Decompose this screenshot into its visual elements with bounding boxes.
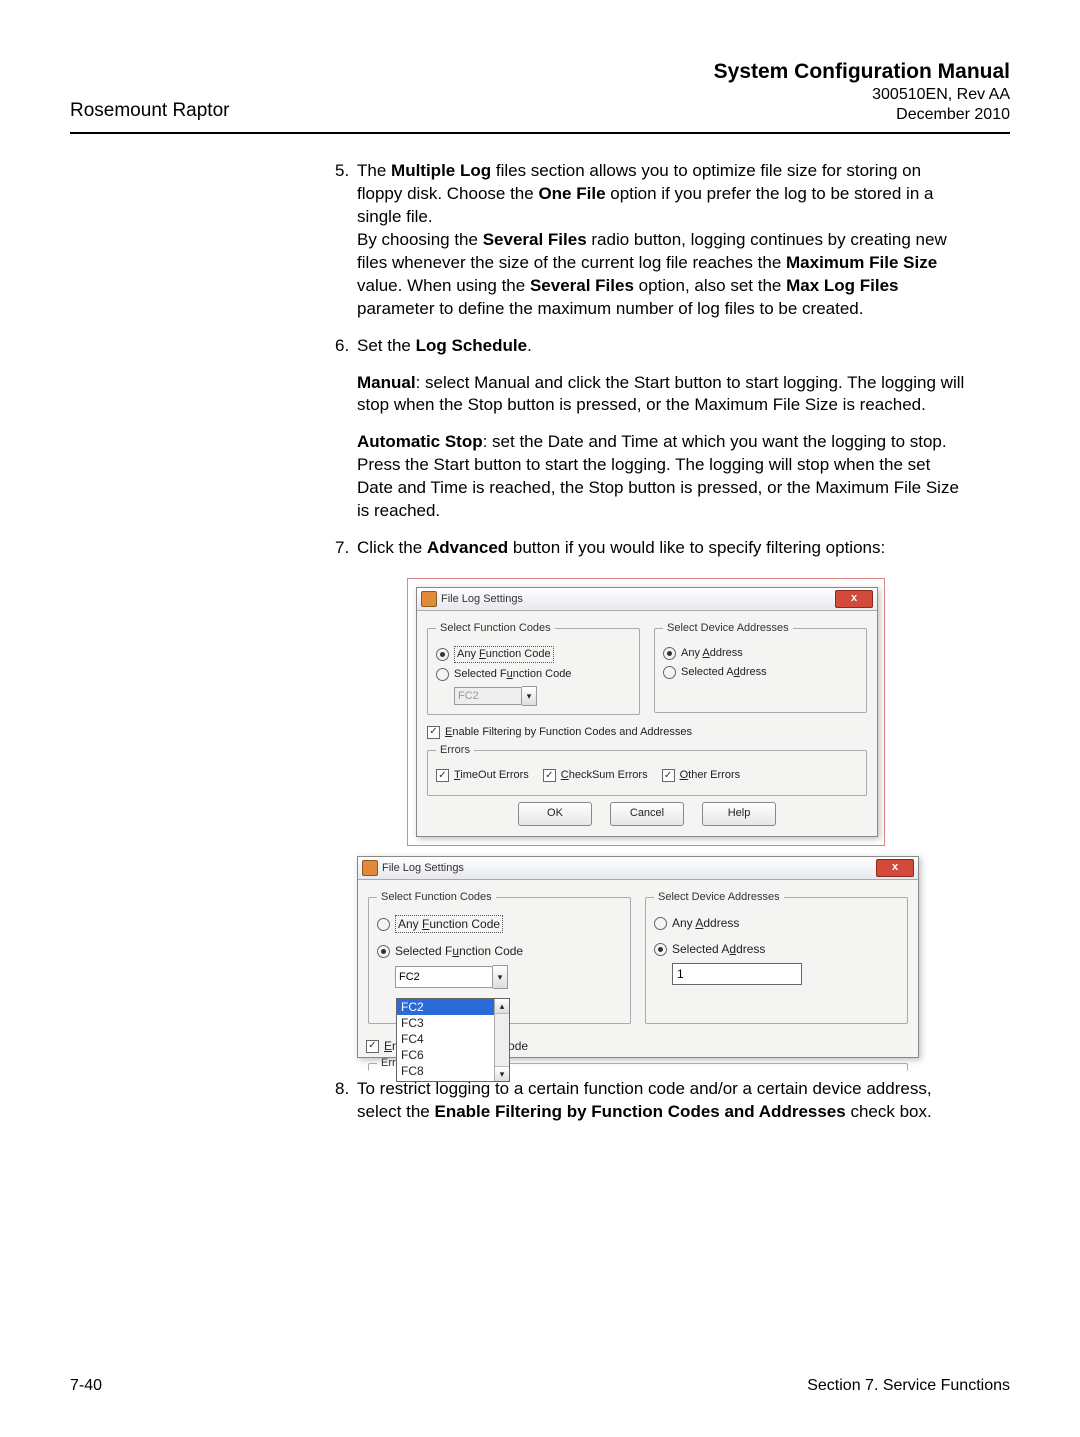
radio-icon (654, 943, 667, 956)
chevron-down-icon[interactable]: ▾ (522, 686, 537, 706)
function-code-combo[interactable]: ▾ (454, 686, 631, 706)
function-code-input[interactable] (454, 687, 522, 705)
dropdown-option[interactable]: FC8 (397, 1063, 509, 1079)
file-log-settings-dialog: File Log Settings x Select Function Code… (416, 587, 878, 837)
header-rule (70, 132, 1010, 134)
checkbox-icon (662, 769, 675, 782)
any-function-code-radio[interactable]: Any Function Code (436, 646, 631, 663)
dropdown-option[interactable]: FC6 (397, 1047, 509, 1063)
dropdown-option[interactable]: FC2 (397, 999, 509, 1015)
scrollbar[interactable]: ▴ ▾ (494, 999, 509, 1081)
function-code-dropdown[interactable]: FC2 FC3 FC4 FC6 FC8 ▴ ▾ (396, 998, 510, 1082)
section-label: Section 7. Service Functions (807, 1377, 1010, 1395)
step-7-num: 7. (335, 537, 349, 560)
errors-group: Errors TimeOut Errors CheckS (427, 743, 867, 796)
figure-dialog-full: File Log Settings x Select Function Code… (407, 578, 885, 846)
group-label: Select Device Addresses (663, 621, 793, 636)
chevron-down-icon[interactable]: ▾ (493, 965, 508, 989)
page-number: 7-40 (70, 1377, 102, 1395)
select-function-codes-group: Select Function Codes Any Function Code (427, 621, 640, 715)
step-8-num: 8. (335, 1078, 349, 1101)
timeout-errors-checkbox[interactable]: TimeOut Errors (436, 768, 529, 783)
header-product: Rosemount Raptor (70, 100, 229, 122)
file-log-settings-dialog-zoom: File Log Settings x Select Function Code… (357, 856, 919, 1058)
selected-function-code-radio[interactable]: Selected Function Code (377, 943, 622, 959)
step-6-num: 6. (335, 335, 349, 358)
header-docref: 300510EN, Rev AA (714, 86, 1010, 104)
radio-icon (377, 918, 390, 931)
any-function-code-radio[interactable]: Any Function Code (377, 915, 622, 933)
checkbox-icon (436, 769, 449, 782)
selected-address-radio[interactable]: Selected Address (663, 665, 858, 680)
radio-icon (654, 917, 667, 930)
select-device-addresses-group: Select Device Addresses Any Address (654, 621, 867, 713)
group-label: Errors (436, 743, 474, 758)
group-label: Select Function Codes (436, 621, 555, 636)
dialog-titlebar[interactable]: File Log Settings x (358, 857, 918, 880)
ok-button[interactable]: OK (518, 802, 592, 826)
header-title: System Configuration Manual (714, 60, 1010, 84)
radio-icon (377, 945, 390, 958)
dialog-title: File Log Settings (382, 857, 876, 879)
group-label: Select Device Addresses (654, 890, 784, 905)
checkbox-icon (427, 726, 440, 739)
step-8: 8. To restrict logging to a certain func… (335, 1078, 965, 1124)
window-icon (362, 860, 378, 876)
scroll-down-icon[interactable]: ▾ (495, 1066, 509, 1081)
other-errors-checkbox[interactable]: Other Errors (662, 768, 741, 783)
enable-filtering-checkbox[interactable]: Enable Filtering by Function Codes and A… (427, 725, 867, 740)
dropdown-option[interactable]: FC3 (397, 1015, 509, 1031)
selected-address-radio[interactable]: Selected Address (654, 941, 899, 957)
radio-icon (436, 668, 449, 681)
group-label: Select Function Codes (377, 890, 496, 905)
window-icon (421, 591, 437, 607)
header-date: December 2010 (714, 106, 1010, 124)
close-button[interactable]: x (876, 859, 914, 877)
cancel-button[interactable]: Cancel (610, 802, 684, 826)
checkbox-icon (366, 1040, 379, 1053)
select-device-addresses-group: Select Device Addresses Any Address (645, 890, 908, 1024)
help-button[interactable]: Help (702, 802, 776, 826)
step-5: 5. The Multiple Log files section allows… (335, 160, 965, 321)
radio-icon (663, 647, 676, 660)
dialog-title: File Log Settings (441, 588, 835, 610)
radio-icon (663, 666, 676, 679)
dialog-titlebar[interactable]: File Log Settings x (417, 588, 877, 611)
dropdown-option[interactable]: FC4 (397, 1031, 509, 1047)
figure-dialog-detail: File Log Settings x Select Function Code… (357, 856, 917, 1058)
radio-icon (436, 648, 449, 661)
step-7: 7. Click the Advanced button if you woul… (335, 537, 965, 1058)
function-code-combo[interactable]: ▾ (395, 965, 622, 989)
function-code-input[interactable] (395, 966, 493, 988)
any-address-radio[interactable]: Any Address (663, 646, 858, 661)
step-6: 6. Set the Log Schedule. Manual: select … (335, 335, 965, 524)
step-5-num: 5. (335, 160, 349, 183)
any-address-radio[interactable]: Any Address (654, 915, 899, 931)
address-input[interactable] (672, 963, 802, 985)
checksum-errors-checkbox[interactable]: CheckSum Errors (543, 768, 648, 783)
selected-function-code-radio[interactable]: Selected Function Code (436, 667, 631, 682)
checkbox-icon (543, 769, 556, 782)
scroll-up-icon[interactable]: ▴ (495, 999, 509, 1014)
close-button[interactable]: x (835, 590, 873, 608)
